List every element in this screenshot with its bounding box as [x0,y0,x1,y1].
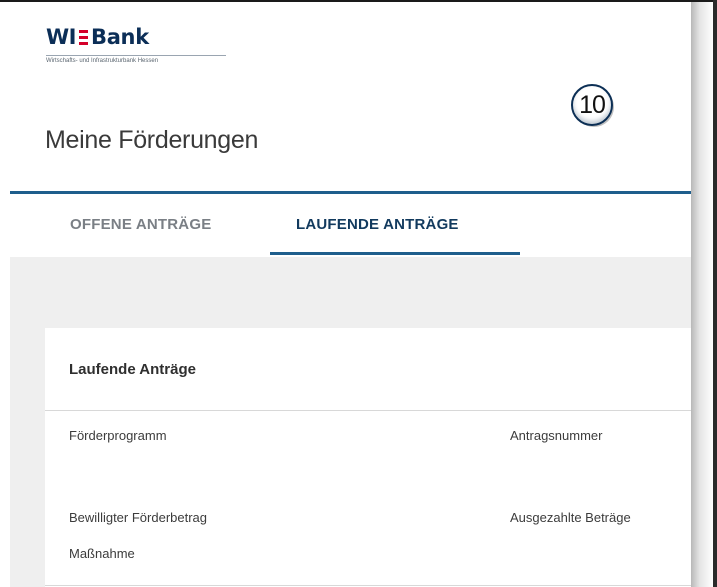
page-title: Meine Förderungen [45,126,259,154]
logo-tagline: Wirtschafts- und Infrastrukturbank Hesse… [46,58,159,64]
field-label-massnahme: Maßnahme [69,546,135,561]
window-right-border [713,0,717,587]
tab-offene-antraege[interactable]: OFFENE ANTRÄGE [70,216,211,233]
logo-bars-icon [78,29,88,45]
logo-rule [46,55,226,56]
logo-wi-text: WI [46,25,76,49]
tab-bar: OFFENE ANTRÄGE LAUFENDE ANTRÄGE [10,194,691,257]
logo-bank-text: Bank [90,25,149,49]
app-page: WI Bank Wirtschafts- und Infrastrukturba… [10,2,691,587]
badge-number: 10 [579,90,606,119]
field-label-ausgezahlte-betraege: Ausgezahlte Beträge [510,510,631,525]
card-row-divider [45,585,691,586]
active-tab-indicator [270,252,520,255]
field-label-foerderprogramm: Förderprogramm [69,428,167,443]
badge-circle: 10 [571,84,613,126]
card-divider [45,410,691,411]
logo-wordmark: WI Bank [46,26,236,48]
card-title: Laufende Anträge [69,361,196,378]
field-label-bewilligter-foerderbetrag: Bewilligter Förderbetrag [69,510,208,525]
step-number-badge: 10 [571,84,615,128]
wibank-logo[interactable]: WI Bank Wirtschafts- und Infrastrukturba… [46,26,236,64]
field-label-antragsnummer: Antragsnummer [510,428,603,443]
tab-laufende-antraege[interactable]: LAUFENDE ANTRÄGE [296,216,459,233]
window-edge-shadow [691,2,713,587]
running-applications-card: Laufende Anträge Förderprogramm Antragsn… [45,328,691,587]
